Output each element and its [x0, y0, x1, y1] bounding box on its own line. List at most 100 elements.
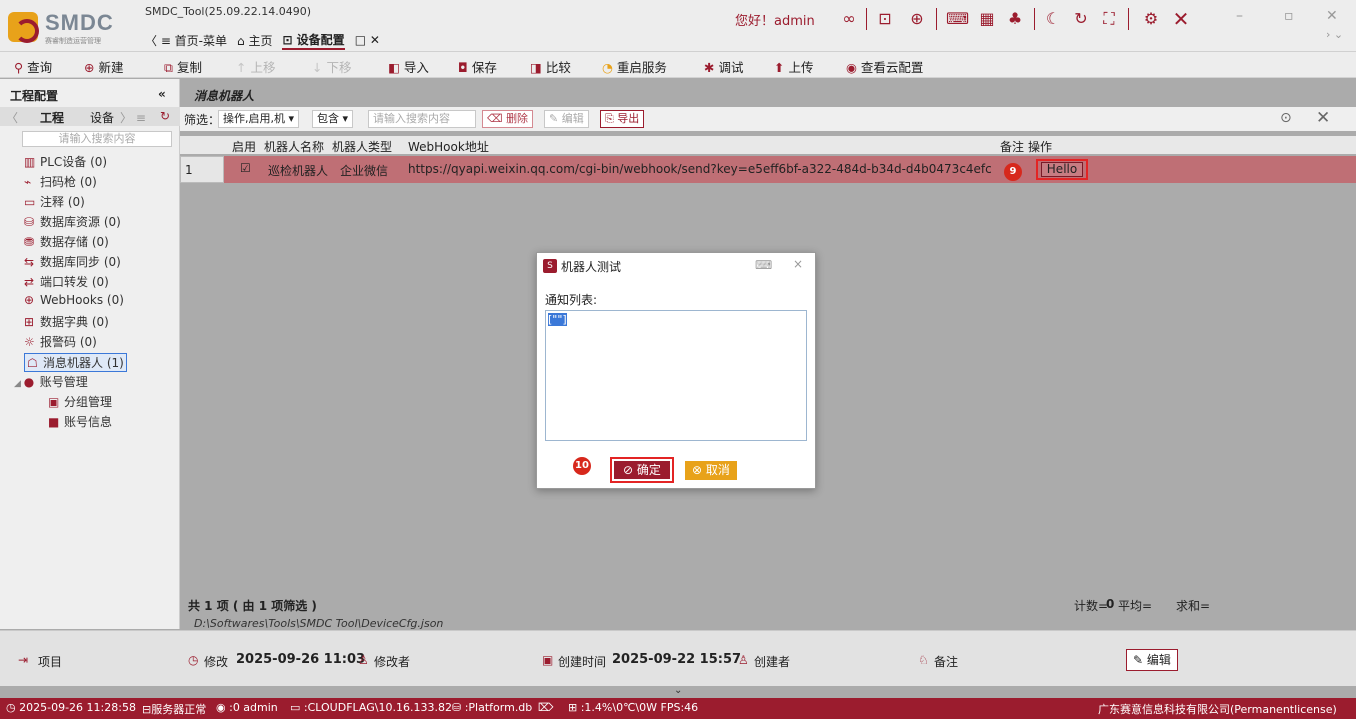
column-header[interactable]: WebHook地址: [408, 138, 489, 155]
status-server: ⊟服务器正常: [142, 703, 207, 716]
upload-button[interactable]: ⬆ 上传: [774, 57, 814, 76]
sidebar-item[interactable]: ☖ 消息机器人 (1): [24, 353, 127, 372]
sidebar-item[interactable]: ☼ 报警码 (0): [24, 333, 97, 350]
group-icon: ▣: [48, 395, 60, 409]
move-up-button[interactable]: ↑ 上移: [236, 57, 276, 76]
chevron-left-icon[interactable]: 〈: [6, 109, 18, 126]
link-icon[interactable]: ∞: [838, 8, 860, 30]
tools-icon[interactable]: ✕: [1170, 8, 1192, 30]
sidebar-subitem[interactable]: ■ 账号信息: [48, 413, 112, 430]
minimize-icon[interactable]: –: [1236, 8, 1243, 24]
notify-list-textarea[interactable]: [""]: [545, 310, 807, 441]
column-header[interactable]: 机器人类型: [332, 138, 392, 155]
calculator-icon[interactable]: ▦: [976, 8, 998, 30]
sidebar-tabs: 〈 工程 设备 〉 ≡ ↻: [0, 107, 180, 126]
globe-icon[interactable]: ⊕: [906, 8, 928, 30]
sidebar-item[interactable]: ⇄ 端口转发 (0): [24, 273, 109, 290]
filter-bar: 筛选： 操作,启用,机 ▾ 包含 ▾ 请输入搜索内容 ⌫ 删除 ✎ 编辑 ⎘ 导…: [180, 107, 1356, 131]
notify-list-value: [""]: [548, 313, 567, 326]
keyboard-icon[interactable]: ⌨: [755, 258, 772, 272]
dialog-close-icon[interactable]: ×: [793, 257, 803, 271]
dialog-titlebar[interactable]: S 机器人测试 ⌨ ×: [537, 253, 815, 279]
status-company: 广东赛意信息科技有限公司(Permanentlicense): [1098, 703, 1337, 716]
table-row[interactable]: 1 ☑ 巡检机器人 企业微信 https://qyapi.weixin.qq.c…: [180, 156, 1356, 183]
sidebar-subitem[interactable]: ▣ 分组管理: [48, 393, 112, 410]
column-header[interactable]: 备注: [1000, 138, 1024, 155]
settings-icon[interactable]: ⚙: [1140, 8, 1162, 30]
sidebar-item-account[interactable]: ◢ ● 账号管理: [14, 373, 88, 390]
sidebar-item[interactable]: ⊕ WebHooks (0): [24, 293, 124, 307]
edit-record-button[interactable]: ✎ 编辑: [1126, 649, 1178, 671]
chevron-down-icon[interactable]: ⌄: [674, 685, 682, 696]
sidebar-item-label: 报警码 (0): [40, 335, 97, 349]
sidebar-search-input[interactable]: 请输入搜索内容: [22, 131, 172, 147]
collapse-icon[interactable]: «: [158, 87, 166, 101]
export-button[interactable]: ⎘ 导出: [600, 110, 645, 128]
tab-home[interactable]: ⌂ 主页: [237, 32, 272, 49]
theme-icon[interactable]: ☾: [1042, 8, 1064, 30]
avg-label: 平均=: [1118, 599, 1153, 613]
network-icon[interactable]: ♣: [1004, 8, 1026, 30]
copy-button[interactable]: ⧉ 复制: [164, 57, 202, 76]
row-index: 1: [180, 156, 224, 183]
filter-search-input[interactable]: 请输入搜索内容: [368, 110, 476, 128]
query-button[interactable]: ⚲ 查询: [14, 57, 52, 76]
filter-field-select[interactable]: 操作,启用,机 ▾: [218, 110, 300, 128]
save-button[interactable]: ◘ 保存: [458, 57, 497, 76]
hello-button[interactable]: Hello: [1041, 162, 1083, 177]
terminal-icon[interactable]: ⊡: [874, 8, 896, 30]
column-header[interactable]: 机器人名称: [264, 138, 324, 155]
filter-mode-select[interactable]: 包含 ▾: [312, 110, 354, 128]
close-icon[interactable]: ✕: [1326, 8, 1338, 24]
refresh-icon[interactable]: ↻: [1070, 8, 1092, 30]
view-cloud-config-button[interactable]: ◉ 查看云配置: [846, 57, 923, 76]
clock-icon: ◷: [6, 701, 20, 714]
server-icon: ⊟: [142, 703, 152, 716]
cancel-button[interactable]: ⊗ 取消: [685, 461, 737, 480]
page-title: 消息机器人: [194, 89, 255, 103]
database-icon: ⛁: [24, 215, 35, 229]
sidebar-item[interactable]: ⊞ 数据字典 (0): [24, 313, 109, 330]
count-value: 0: [1106, 597, 1115, 611]
new-button[interactable]: ⊕ 新建: [84, 57, 124, 76]
sidebar-item[interactable]: ⛁ 数据库资源 (0): [24, 213, 121, 230]
column-header[interactable]: 操作: [1028, 138, 1052, 155]
sidebar-item-label: 数据存储 (0): [40, 235, 109, 249]
screenshot-icon[interactable]: ⊙: [1280, 110, 1292, 126]
sidebar-item-label: 数据库资源 (0): [40, 215, 121, 229]
compare-button[interactable]: ◨ 比较: [530, 57, 571, 76]
ok-button[interactable]: ⊘ 确定: [614, 461, 670, 479]
delete-button[interactable]: ⌫ 删除: [482, 110, 534, 128]
sidebar-item[interactable]: ⛃ 数据存储 (0): [24, 233, 109, 250]
sidebar-item[interactable]: ▭ 注释 (0): [24, 193, 85, 210]
keyboard-icon[interactable]: ⌨: [946, 8, 969, 30]
import-button[interactable]: ◧ 导入: [388, 57, 429, 76]
globe-icon: ⊕: [24, 293, 35, 307]
tab-overflow-icon[interactable]: › ⌄: [1326, 28, 1343, 41]
close-panel-icon[interactable]: ✕: [1316, 108, 1330, 128]
user-greeting[interactable]: 您好！admin: [735, 10, 815, 29]
edit-button[interactable]: ✎ 编辑: [544, 110, 589, 128]
sidebar-item[interactable]: ⌁ 扫码枪 (0): [24, 173, 97, 190]
tab-close-buttons[interactable]: □ ✕: [355, 33, 380, 47]
main-toolbar: ⚲ 查询 ⊕ 新建 ⧉ 复制 ↑ 上移 ↓ 下移 ◧ 导入 ◘ 保存 ◨ 比较 ◔ 重启服务 ✱ 调…: [0, 52, 1356, 78]
restart-service-button[interactable]: ◔ 重启服务: [602, 57, 667, 76]
user-edit-icon: ♙: [358, 653, 369, 667]
fullscreen-icon[interactable]: ⛶: [1098, 8, 1120, 30]
sidebar-tab-project[interactable]: 工程: [40, 109, 64, 126]
move-down-button[interactable]: ↓ 下移: [312, 57, 352, 76]
sidebar-tab-device[interactable]: 设备: [90, 109, 114, 126]
enabled-checkbox[interactable]: ☑: [240, 161, 251, 175]
sidebar-item[interactable]: ▥ PLC设备 (0): [24, 153, 107, 170]
tab-home-menu[interactable]: 〈 ≡ 首页-菜单: [145, 32, 227, 49]
debug-button[interactable]: ✱ 调试: [704, 57, 744, 76]
maximize-icon[interactable]: ▫: [1284, 8, 1294, 24]
note-icon: ♘: [918, 653, 929, 667]
export-icon: ⎘: [605, 112, 618, 125]
column-header[interactable]: 启用: [232, 138, 256, 155]
sidebar-item-label: WebHooks (0): [40, 293, 124, 307]
sidebar-item[interactable]: ⇆ 数据库同步 (0): [24, 253, 121, 270]
refresh-icon[interactable]: ↻: [160, 109, 170, 123]
tab-device-config[interactable]: ⊡ 设备配置: [282, 31, 345, 50]
chevron-right-icon[interactable]: 〉 ≡: [120, 109, 146, 126]
